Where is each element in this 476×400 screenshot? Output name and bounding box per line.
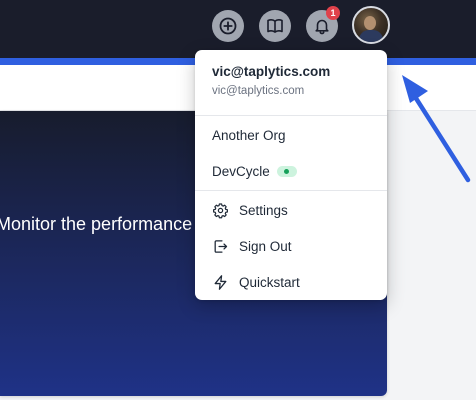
sign-out-icon (214, 239, 228, 253)
user-info: vic@taplytics.com vic@taplytics.com (195, 50, 387, 115)
settings-label: Settings (239, 202, 288, 218)
add-button[interactable] (212, 10, 244, 42)
gear-icon (213, 202, 228, 218)
lightning-icon (214, 274, 227, 290)
org-item-another-org[interactable]: Another Org (195, 117, 387, 153)
avatar-photo-face (364, 16, 376, 30)
quickstart-label: Quickstart (239, 274, 300, 290)
org-list: Another Org DevCycle (195, 116, 387, 190)
org-item-devcycle[interactable]: DevCycle (195, 153, 387, 189)
quickstart-menu-item[interactable]: Quickstart (195, 264, 387, 300)
annotation-arrow-icon (402, 75, 471, 183)
action-list: Settings Sign Out Quickstart (195, 191, 387, 300)
active-org-badge (276, 165, 297, 177)
settings-menu-item[interactable]: Settings (195, 192, 387, 228)
org-label: Another Org (212, 127, 286, 143)
book-icon (267, 19, 283, 33)
notification-badge: 1 (326, 6, 340, 20)
org-label: DevCycle (212, 163, 270, 179)
user-name: vic@taplytics.com (212, 64, 331, 79)
user-email: vic@taplytics.com (212, 85, 305, 97)
active-dot-icon (284, 168, 290, 174)
sign-out-menu-item[interactable]: Sign Out (195, 228, 387, 264)
add-circle-icon (219, 17, 237, 35)
avatar-photo-body (359, 30, 383, 42)
profile-dropdown: vic@taplytics.com vic@taplytics.com Anot… (195, 50, 387, 300)
docs-button[interactable] (259, 10, 291, 42)
notifications-button[interactable]: 1 (306, 6, 340, 42)
sign-out-label: Sign Out (239, 238, 292, 254)
avatar[interactable] (352, 6, 390, 44)
